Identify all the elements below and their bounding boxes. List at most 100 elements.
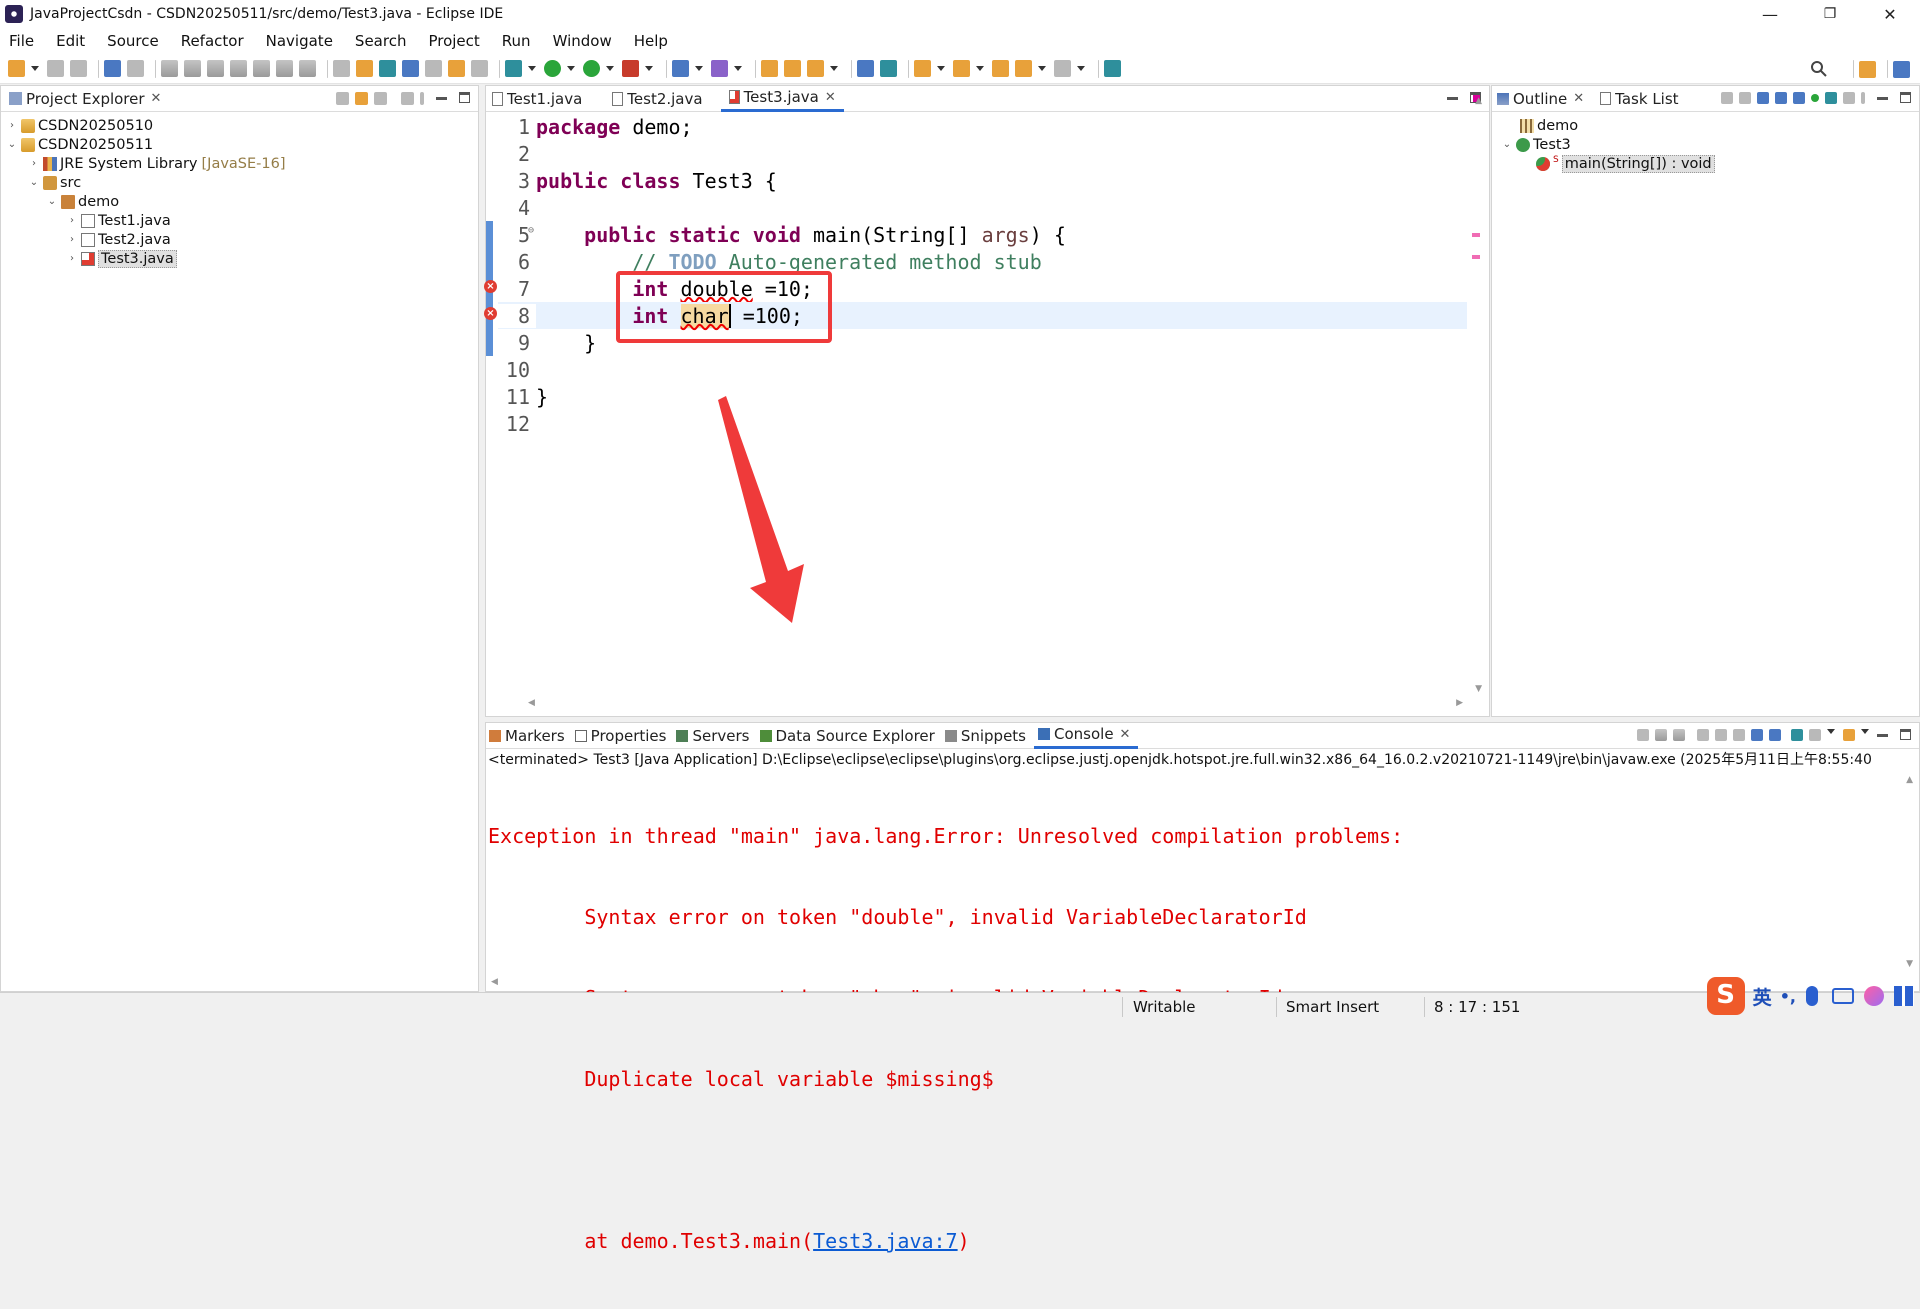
terminal-icon[interactable] [104,60,121,77]
new-class-dropdown-icon[interactable] [734,66,742,71]
toolbox-icon[interactable] [1894,986,1914,1006]
link-editor-icon[interactable] [355,92,368,105]
suspend-icon[interactable] [184,60,201,77]
show-on-stderr-icon[interactable] [1769,729,1781,741]
external-tools-icon[interactable] [622,60,639,77]
step-return-icon[interactable] [299,60,316,77]
remove-launch-icon[interactable] [1655,729,1667,741]
tab-task-list[interactable]: Task List [1592,86,1686,112]
toggle-block-selection-icon[interactable] [333,60,350,77]
console-output[interactable]: Exception in thread "main" java.lang.Err… [486,769,1919,1309]
collapse-all-icon[interactable] [336,92,349,105]
expand-icon[interactable]: › [65,234,79,245]
tab-outline[interactable]: Outline ✕ [1492,86,1592,112]
menu-help[interactable]: Help [634,32,668,50]
step-over-icon[interactable] [276,60,293,77]
keyboard-icon[interactable] [1832,988,1854,1004]
horizontal-scrollbar[interactable]: ◀ ▶ [526,698,1469,712]
show-on-stdout-icon[interactable] [1751,729,1763,741]
tab-markers[interactable]: Markers [486,723,573,749]
disconnect-icon[interactable] [230,60,247,77]
close-button[interactable]: ✕ [1860,0,1920,28]
show-whitespace-icon[interactable] [471,60,488,77]
tab-snippets[interactable]: Snippets [943,723,1034,749]
tab-servers[interactable]: Servers [674,723,757,749]
tab-test3-java[interactable]: Test3.java ✕ [720,86,844,112]
previous-annotation-dropdown-icon[interactable] [976,66,984,71]
forward-dropdown-icon[interactable] [1077,66,1085,71]
overview-error-mark[interactable] [1472,233,1480,237]
sort-icon[interactable] [1757,92,1769,104]
menu-navigate[interactable]: Navigate [266,32,333,50]
tab-console[interactable]: Console ✕ [1034,723,1139,749]
error-marker-icon[interactable]: × [484,280,497,293]
tree-item-csdn20250511[interactable]: ⌄ CSDN20250511 [1,135,478,154]
ime-language[interactable]: 英 [1753,983,1772,1010]
scroll-up-icon[interactable]: ▲ [1906,775,1913,785]
close-icon[interactable]: ✕ [1120,727,1131,742]
open-task-icon[interactable] [784,60,801,77]
skip-breakpoints-icon[interactable] [127,60,144,77]
minimize-button[interactable]: — [1740,0,1800,28]
open-console-icon[interactable] [1843,729,1855,741]
status-insert-mode[interactable]: Smart Insert [1286,998,1379,1016]
hide-nonpublic-icon[interactable] [1811,94,1819,102]
outline-item-class[interactable]: ⌄ Test3 [1492,135,1919,154]
pin-editor-icon[interactable] [1104,60,1121,77]
open-folder-icon[interactable] [761,60,778,77]
scroll-left-icon[interactable]: ◀ [491,977,498,987]
tree-item-test3[interactable]: › Test3.java [1,249,478,268]
search-icon[interactable] [1810,60,1828,78]
scroll-right-icon[interactable]: ▶ [1456,698,1463,708]
tree-item-test2[interactable]: › Test2.java [1,230,478,249]
open-perspective-icon[interactable] [1859,60,1876,78]
code-area[interactable]: 1 package demo; 2 3 public class Test3 { 4… [498,113,1467,696]
outline-item-main[interactable]: S main(String[]) : void [1492,154,1919,173]
debug-icon[interactable] [505,60,522,77]
next-annotation-icon[interactable] [914,60,931,77]
view-menu-icon[interactable] [401,92,414,105]
expand-icon[interactable]: › [65,253,79,264]
pencil-icon[interactable] [807,60,824,77]
next-annotation-dropdown-icon[interactable] [937,66,945,71]
tab-test2-java[interactable]: Test2.java [604,86,710,112]
menu-source[interactable]: Source [107,32,159,50]
scroll-down-icon[interactable]: ▼ [1475,684,1482,694]
overview-error-mark[interactable] [1472,255,1480,259]
maximize-view-icon[interactable] [1900,92,1911,103]
clear-console-icon[interactable] [1697,729,1709,741]
sogou-ime-icon[interactable]: S [1706,977,1745,1015]
more-icon[interactable] [1861,92,1865,104]
minimize-view-icon[interactable] [1877,97,1888,100]
menu-search[interactable]: Search [355,32,407,50]
step-into-icon[interactable] [253,60,270,77]
menu-project[interactable]: Project [428,32,479,50]
close-icon[interactable]: ✕ [1573,91,1584,106]
filter-icon[interactable] [374,92,387,105]
new-dropdown-icon[interactable] [31,66,39,71]
save-icon[interactable] [47,60,64,77]
hide-static-icon[interactable] [1793,92,1805,104]
highlight-icon[interactable] [402,60,419,77]
pencil-dropdown-icon[interactable] [830,66,838,71]
minimize-view-icon[interactable] [1447,97,1458,100]
run-icon[interactable] [544,60,561,77]
new-class-icon[interactable] [711,60,728,77]
scroll-down-icon[interactable]: ▼ [1906,959,1913,969]
terminate-icon[interactable] [207,60,224,77]
mark-occurrences-icon[interactable] [379,60,396,77]
coverage-dropdown-icon[interactable] [606,66,614,71]
java-perspective-icon[interactable] [1893,60,1910,78]
new-icon[interactable] [8,60,25,77]
scroll-lock-icon[interactable] [1715,729,1727,741]
run-dropdown-icon[interactable] [567,66,575,71]
debug-dropdown-icon[interactable] [528,66,536,71]
expand-icon[interactable]: › [5,120,19,131]
collapse-icon[interactable]: ⌄ [5,139,19,150]
scroll-left-icon[interactable]: ◀ [528,698,535,708]
back-icon[interactable] [1015,60,1032,77]
tab-data-source-explorer[interactable]: Data Source Explorer [758,723,943,749]
save-all-icon[interactable] [70,60,87,77]
collapse-icon[interactable]: ⌄ [45,196,59,207]
forward-icon[interactable] [1054,60,1071,77]
